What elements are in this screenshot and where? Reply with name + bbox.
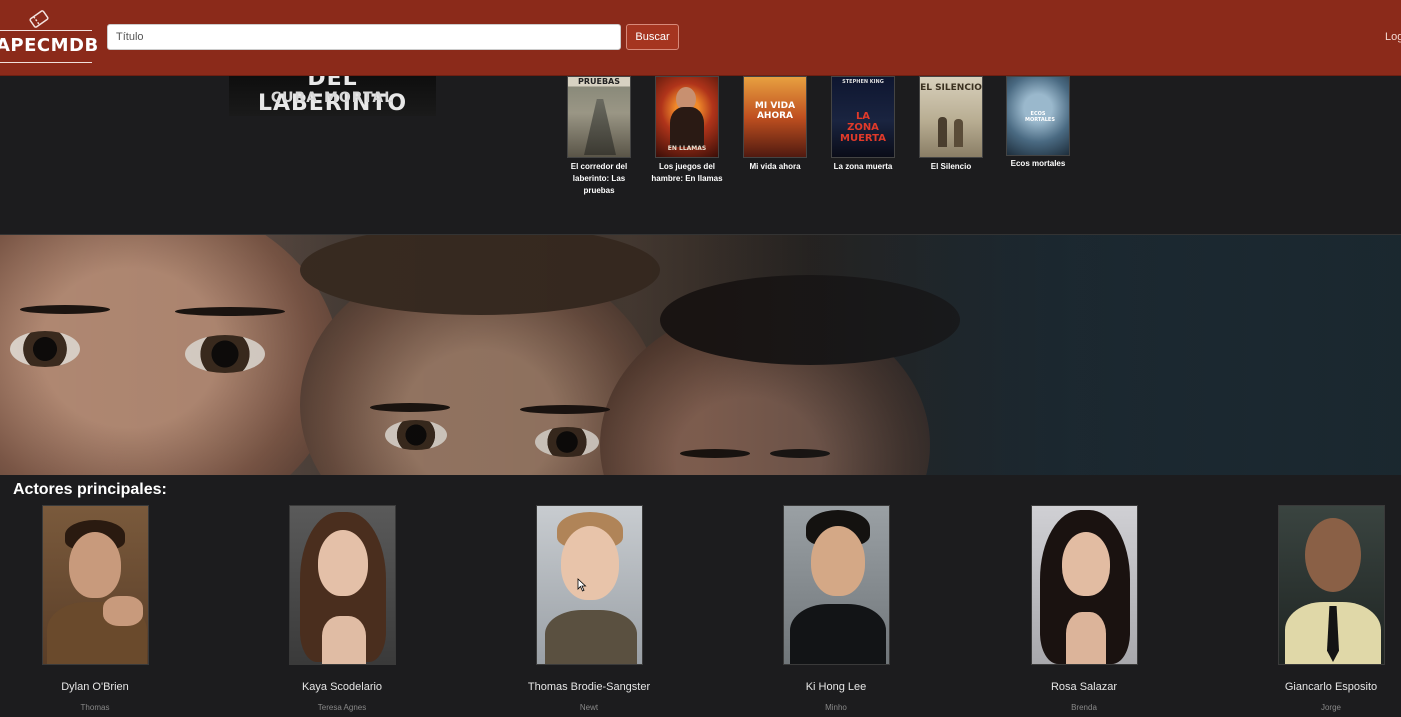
poster-text: EL SILENCIO: [920, 83, 982, 93]
poster-text: PRUEBAS: [577, 77, 621, 86]
actor-character: Minho: [825, 703, 847, 712]
search-input[interactable]: [107, 24, 621, 50]
recommendation-card[interactable]: MI VIDA AHORA Mi vida ahora: [743, 76, 807, 173]
poster-author: STEPHEN KING: [842, 79, 884, 85]
actor-character: Newt: [579, 703, 599, 712]
recommendation-title[interactable]: La zona muerta: [827, 161, 899, 173]
recommendation-title[interactable]: Ecos mortales: [1002, 158, 1074, 170]
movie-detail-upper: DEL LABERINTO CURA MORTAL PRUEBAS El cor…: [0, 76, 1401, 234]
poster-text: ECOS MORTALES: [1025, 111, 1055, 123]
actor-photo[interactable]: [783, 505, 890, 665]
recommendation-card[interactable]: EL SILENCIO El Silencio: [919, 76, 983, 173]
top-navbar: APECMDB Buscar Login: [0, 0, 1401, 76]
recommendation-poster[interactable]: PRUEBAS: [567, 76, 631, 158]
actor-photo[interactable]: [1031, 505, 1138, 665]
actor-photo[interactable]: [536, 505, 643, 665]
logo-bottom-rule: [0, 62, 92, 63]
recommendation-card[interactable]: PRUEBAS El corredor del laberinto: Las p…: [567, 76, 631, 197]
movie-backdrop: [0, 234, 1401, 475]
actor-name[interactable]: Thomas Brodie-Sangster: [509, 681, 669, 693]
actor-name[interactable]: Kaya Scodelario: [262, 681, 422, 693]
actor-character: Teresa Agnes: [317, 703, 367, 712]
actor-character: Brenda: [1071, 703, 1097, 712]
poster-text: LA ZONA MUERTA: [840, 111, 886, 144]
search-button[interactable]: Buscar: [626, 24, 679, 50]
mouse-cursor-icon: [577, 578, 587, 592]
actor-photo[interactable]: [1278, 505, 1385, 665]
backdrop-overlay: [0, 235, 1401, 475]
actor-character: Thomas: [80, 703, 110, 712]
ticket-icon: [29, 10, 49, 28]
movie-poster: DEL LABERINTO CURA MORTAL: [229, 76, 436, 116]
login-link[interactable]: Login: [1385, 31, 1401, 43]
recommendation-title[interactable]: El Silencio: [915, 161, 987, 173]
site-logo[interactable]: APECMDB: [0, 8, 98, 66]
recommendation-card[interactable]: ECOS MORTALES Ecos mortales: [1006, 76, 1070, 170]
actor-photo[interactable]: [289, 505, 396, 665]
logo-top-rule: [0, 30, 92, 31]
poster-text: MI VIDA AHORA: [754, 101, 796, 121]
recommendation-poster[interactable]: MI VIDA AHORA: [743, 76, 807, 158]
logo-text: APECMDB: [0, 35, 99, 56]
actor-character: Jorge: [1320, 703, 1341, 712]
recommendation-poster[interactable]: STEPHEN KING LA ZONA MUERTA: [831, 76, 895, 158]
actor-name[interactable]: Rosa Salazar: [1004, 681, 1164, 693]
movie-poster-title-line2: CURA MORTAL: [270, 90, 395, 106]
recommendation-poster[interactable]: EL SILENCIO: [919, 76, 983, 158]
poster-text: EN LLAMAS: [667, 145, 707, 152]
actor-name[interactable]: Dylan O'Brien: [15, 681, 175, 693]
actors-section-title: Actores principales:: [13, 481, 167, 498]
actor-name[interactable]: Ki Hong Lee: [756, 681, 916, 693]
recommendation-title[interactable]: El corredor del laberinto: Las pruebas: [563, 161, 635, 197]
recommendation-title[interactable]: Los juegos del hambre: En llamas: [651, 161, 723, 185]
recommendation-poster[interactable]: ECOS MORTALES: [1006, 76, 1070, 156]
actor-photo[interactable]: [42, 505, 149, 665]
recommendation-card[interactable]: STEPHEN KING LA ZONA MUERTA La zona muer…: [831, 76, 895, 173]
recommendation-title[interactable]: Mi vida ahora: [739, 161, 811, 173]
recommendation-poster[interactable]: EN LLAMAS: [655, 76, 719, 158]
actor-name[interactable]: Giancarlo Esposito: [1251, 681, 1401, 693]
recommendation-card[interactable]: EN LLAMAS Los juegos del hambre: En llam…: [651, 76, 723, 185]
